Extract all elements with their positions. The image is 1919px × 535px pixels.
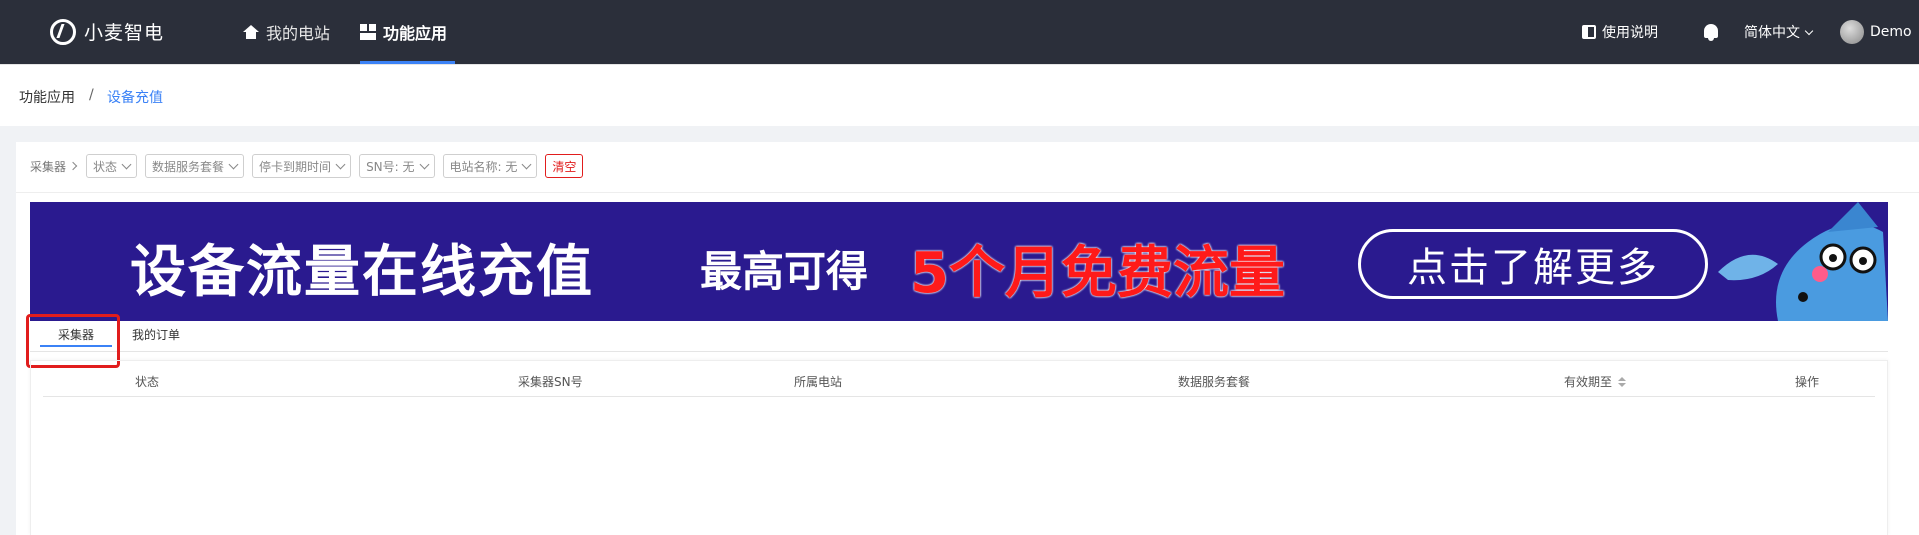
breadcrumb-current: 设备充值 — [107, 90, 163, 106]
nav-function-apps[interactable]: 功能应用 — [360, 0, 455, 64]
station-select-value: 电站名称: 无 — [449, 159, 518, 174]
sn-select[interactable]: SN号: 无 — [359, 154, 435, 178]
chevron-down-icon — [1804, 26, 1814, 35]
column-header-station: 所属电站 — [794, 375, 843, 389]
breadcrumb-separator: / — [89, 87, 94, 103]
banner-title: 设备流量在线充值 — [130, 240, 594, 305]
help-link[interactable]: 使用说明 — [1582, 22, 1658, 42]
collector-label-text: 采集器 — [30, 159, 67, 174]
mascot-illustration — [1718, 202, 1888, 321]
column-header-actions: 操作 — [1795, 375, 1820, 389]
tab-my-orders[interactable]: 我的订单 — [132, 326, 180, 343]
help-label: 使用说明 — [1602, 25, 1658, 41]
table-header: 状态 采集器SN号 所属电站 数据服务套餐 有效期至 操作 — [43, 361, 1875, 397]
chevron-right-icon — [68, 161, 78, 171]
nav-label: 我的电站 — [266, 24, 331, 43]
expiry-header-label: 有效期至 — [1564, 375, 1613, 389]
expire-select-value: 停卡到期时间 — [259, 159, 332, 174]
collector-filter-label[interactable]: 采集器 — [30, 158, 78, 175]
book-icon — [1582, 25, 1596, 39]
apps-icon — [360, 24, 376, 40]
language-label: 简体中文 — [1744, 25, 1800, 41]
bell-icon — [1704, 24, 1718, 41]
home-icon — [243, 24, 259, 39]
user-menu[interactable]: Demo — [1840, 20, 1912, 44]
top-nav-bar: 小麦智电 我的电站 功能应用 使用说明 简体中文 Demo — [0, 0, 1919, 64]
status-select-value: 状态 — [93, 159, 118, 174]
expire-select[interactable]: 停卡到期时间 — [252, 154, 352, 178]
column-header-sn: 采集器SN号 — [518, 375, 583, 389]
main-card: 采集器 状态 数据服务套餐 停卡到期时间 SN号: 无 电站名称: 无 清空 设… — [16, 142, 1919, 535]
column-header-package: 数据服务套餐 — [1178, 375, 1251, 389]
divider — [16, 192, 1919, 193]
package-select[interactable]: 数据服务套餐 — [145, 154, 245, 178]
collector-table: 状态 采集器SN号 所属电站 数据服务套餐 有效期至 操作 — [30, 360, 1888, 535]
column-header-expiry[interactable]: 有效期至 — [1564, 373, 1627, 390]
avatar — [1840, 20, 1864, 44]
notification-button[interactable] — [1704, 24, 1718, 41]
promo-banner[interactable]: 设备流量在线充值 最高可得 5个月免费流量 点击了解更多 — [30, 202, 1888, 321]
sort-icon[interactable] — [1618, 376, 1627, 387]
logo-icon — [50, 18, 76, 45]
banner-highlight: 5个月免费流量 — [910, 241, 1285, 306]
column-header-status: 状态 — [135, 375, 160, 389]
logo[interactable]: 小麦智电 — [50, 18, 164, 45]
sn-select-value: SN号: 无 — [366, 159, 415, 174]
tab-bar: 采集器 我的订单 — [30, 316, 1888, 352]
breadcrumb: 功能应用 / 设备充值 — [0, 64, 1919, 126]
nav-label: 功能应用 — [383, 24, 448, 43]
station-select[interactable]: 电站名称: 无 — [442, 154, 538, 178]
nav-my-stations[interactable]: 我的电站 — [243, 0, 330, 64]
chevron-down-icon — [335, 159, 346, 170]
breadcrumb-parent[interactable]: 功能应用 — [19, 87, 75, 107]
filter-bar: 采集器 状态 数据服务套餐 停卡到期时间 SN号: 无 电站名称: 无 清空 — [30, 154, 584, 178]
package-select-value: 数据服务套餐 — [152, 159, 225, 174]
clear-button[interactable]: 清空 — [545, 154, 584, 178]
chevron-down-icon — [228, 159, 239, 170]
chevron-down-icon — [121, 159, 132, 170]
logo-text: 小麦智电 — [84, 22, 165, 44]
banner-subtitle: 最高可得 — [700, 247, 869, 296]
language-select[interactable]: 简体中文 — [1744, 22, 1814, 42]
chevron-down-icon — [521, 159, 532, 170]
status-select[interactable]: 状态 — [86, 154, 138, 178]
banner-learn-more-button[interactable]: 点击了解更多 — [1358, 229, 1708, 299]
username: Demo — [1870, 24, 1912, 40]
chevron-down-icon — [419, 159, 429, 170]
